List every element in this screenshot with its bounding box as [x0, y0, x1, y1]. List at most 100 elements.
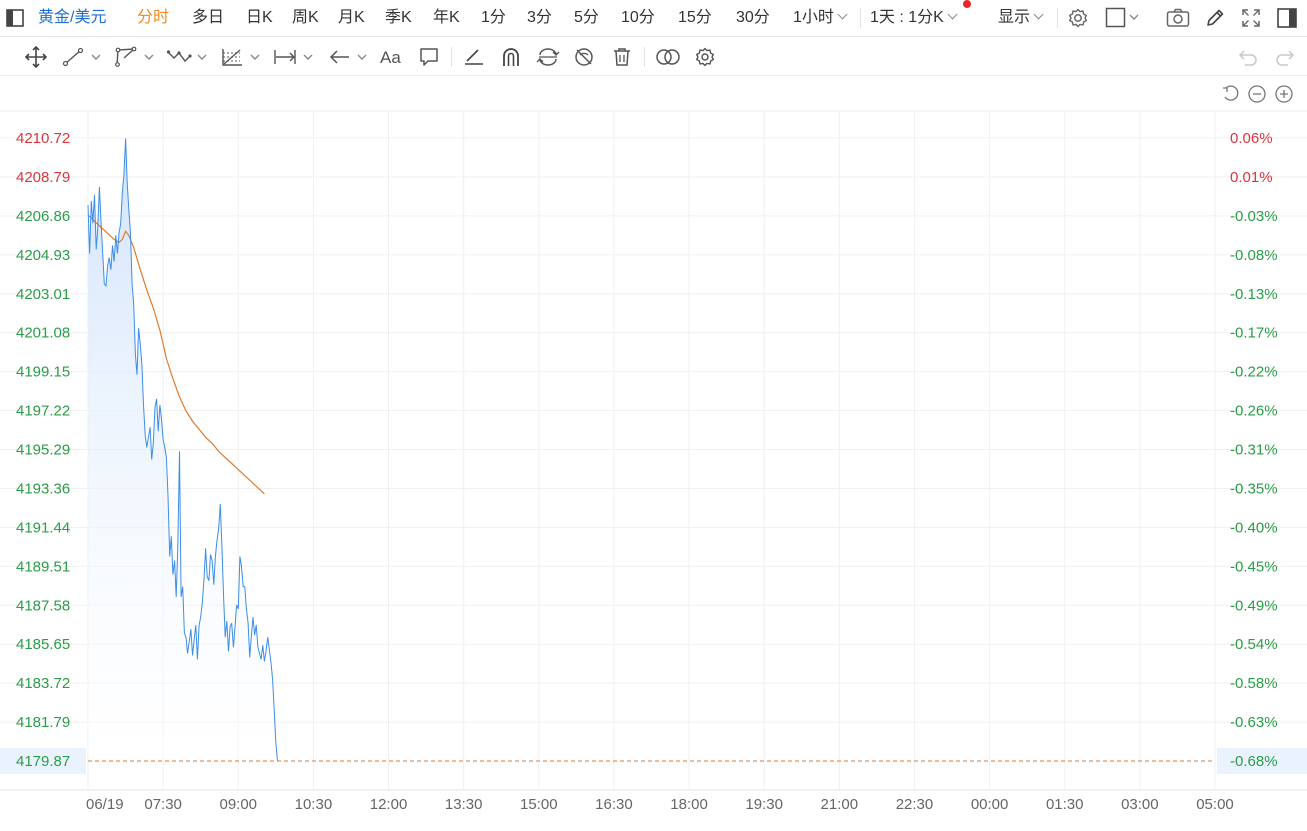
- toolbar-divider: [644, 47, 645, 67]
- intraday-chart[interactable]: 4210.72 4208.79 4206.86 4204.93 4203.01 4201.…: [0, 77, 1307, 831]
- percent-tick-label: 0.01%: [1230, 169, 1273, 186]
- price-tick-label: 4197.22: [16, 403, 70, 420]
- time-tick-label: 09:00: [219, 796, 257, 813]
- chevron-down-icon: [837, 9, 848, 20]
- percent-tick-label: -0.68%: [1230, 753, 1278, 770]
- percent-tick-label: 0.06%: [1230, 130, 1273, 147]
- price-tick-label: 4191.44: [16, 519, 70, 536]
- price-tick-label: 4185.65: [16, 636, 70, 653]
- fibonacci-tool-icon[interactable]: [220, 46, 264, 68]
- price-tick-label: 4187.58: [16, 597, 70, 614]
- percent-tick-label: -0.45%: [1230, 558, 1278, 575]
- line-tool-icon[interactable]: [62, 46, 104, 68]
- price-tick-label: 4195.29: [16, 442, 70, 459]
- period-tab-30min[interactable]: 30分: [736, 0, 770, 36]
- reset-icon[interactable]: [1223, 85, 1239, 101]
- price-tick-label: 4193.36: [16, 480, 70, 497]
- period-tab-5min[interactable]: 5分: [574, 0, 599, 36]
- percent-tick-label: -0.13%: [1230, 286, 1278, 303]
- interval-dropdown[interactable]: 1小时: [793, 0, 848, 36]
- fullscreen-icon[interactable]: [1240, 7, 1262, 29]
- time-axis: 06/19 07:30 09:00 10:30 12:00 13:30 15:00 16:30…: [86, 796, 1234, 813]
- percent-tick-label: -0.40%: [1230, 519, 1278, 536]
- time-tick-label: 18:00: [670, 796, 708, 813]
- percent-tick-label: -0.03%: [1230, 208, 1278, 225]
- display-dropdown-label: 显示: [998, 9, 1031, 26]
- time-tick-label: 19:30: [745, 796, 783, 813]
- comment-tool-icon[interactable]: [418, 46, 440, 68]
- hide-icon[interactable]: [573, 46, 595, 68]
- period-tab-15min[interactable]: 15分: [678, 0, 712, 36]
- time-tick-label: 10:30: [295, 796, 333, 813]
- period-tab-intraday[interactable]: 分时: [137, 0, 169, 36]
- chart-canvas[interactable]: 4210.72 4208.79 4206.86 4204.93 4203.01 4201.…: [0, 77, 1307, 831]
- percent-tick-label: -0.26%: [1230, 403, 1278, 420]
- price-tick-label: 4183.72: [16, 675, 70, 692]
- price-tick-label: 4199.15: [16, 364, 70, 381]
- price-tick-label: 4189.51: [16, 558, 70, 575]
- polyline-tool-icon[interactable]: [114, 46, 158, 68]
- compare-icon[interactable]: [655, 46, 681, 68]
- percent-tick-label: -0.54%: [1230, 636, 1278, 653]
- trash-icon[interactable]: [611, 46, 633, 68]
- notification-dot: [963, 0, 971, 8]
- period-tab-multiday[interactable]: 多日: [192, 0, 224, 36]
- sync-icon[interactable]: [536, 46, 560, 68]
- pencil-icon[interactable]: [1204, 7, 1226, 29]
- top-toolbar: 黄金/美元 分时 多日 日K 周K 月K 季K 年K 1分 3分 5分 10分 …: [0, 0, 1307, 37]
- time-tick-label: 12:00: [370, 796, 408, 813]
- range-dropdown-label: 1天 : 1分K: [870, 9, 944, 26]
- zoom-out-icon[interactable]: [1248, 85, 1266, 103]
- undo-icon[interactable]: [1237, 46, 1259, 68]
- price-tick-label: 4204.93: [16, 247, 70, 264]
- magnet-icon[interactable]: [500, 46, 522, 68]
- percent-axis: 0.06% 0.01% -0.03% -0.08% -0.13% -0.17% -0.22%…: [1230, 130, 1278, 770]
- side-panel-toggle-icon[interactable]: [1276, 7, 1298, 29]
- wave-tool-icon[interactable]: [166, 46, 210, 68]
- time-tick-label: 22:30: [896, 796, 934, 813]
- percent-tick-label: -0.63%: [1230, 714, 1278, 731]
- percent-tick-label: -0.31%: [1230, 442, 1278, 459]
- toolbar-divider: [1057, 8, 1058, 28]
- text-tool-icon[interactable]: Aa: [380, 48, 401, 68]
- time-tick-label: 21:00: [821, 796, 859, 813]
- move-icon[interactable]: [24, 46, 48, 68]
- period-tab-quarter[interactable]: 季K: [385, 0, 412, 36]
- layout-dropdown[interactable]: [1105, 7, 1141, 29]
- settings-icon[interactable]: [1067, 7, 1089, 29]
- period-tab-year[interactable]: 年K: [433, 0, 460, 36]
- percent-tick-label: -0.58%: [1230, 675, 1278, 692]
- range-dropdown[interactable]: 1天 : 1分K: [870, 0, 958, 36]
- time-tick-label: 06/19: [86, 796, 124, 813]
- price-axis: 4210.72 4208.79 4206.86 4204.93 4203.01 4201.…: [16, 130, 70, 770]
- period-tab-week[interactable]: 周K: [292, 0, 319, 36]
- zoom-controls: [1223, 85, 1293, 103]
- period-tab-day[interactable]: 日K: [246, 0, 273, 36]
- arrow-tool-icon[interactable]: [328, 46, 372, 68]
- time-tick-label: 01:30: [1046, 796, 1084, 813]
- symbol-label[interactable]: 黄金/美元: [38, 0, 106, 36]
- percent-tick-label: -0.08%: [1230, 247, 1278, 264]
- time-tick-label: 15:00: [520, 796, 558, 813]
- display-dropdown[interactable]: 显示: [998, 0, 1044, 36]
- price-tick-label: 4208.79: [16, 169, 70, 186]
- price-tick-label: 4181.79: [16, 714, 70, 731]
- price-tick-label: 4206.86: [16, 208, 70, 225]
- redo-icon[interactable]: [1274, 46, 1296, 68]
- time-tick-label: 07:30: [144, 796, 182, 813]
- period-tab-10min[interactable]: 10分: [621, 0, 655, 36]
- chevron-down-icon: [1033, 9, 1044, 20]
- time-tick-label: 03:00: [1121, 796, 1159, 813]
- pencil-tool-icon[interactable]: [463, 46, 485, 68]
- drawing-settings-icon[interactable]: [694, 46, 716, 68]
- percent-tick-label: -0.35%: [1230, 480, 1278, 497]
- period-tab-1min[interactable]: 1分: [481, 0, 506, 36]
- camera-icon[interactable]: [1166, 7, 1190, 29]
- time-tick-label: 00:00: [971, 796, 1009, 813]
- zoom-in-icon[interactable]: [1275, 85, 1293, 103]
- period-tab-month[interactable]: 月K: [338, 0, 365, 36]
- sidebar-toggle-icon[interactable]: [6, 9, 24, 27]
- measure-tool-icon[interactable]: [273, 46, 317, 68]
- price-tick-label: 4203.01: [16, 286, 70, 303]
- period-tab-3min[interactable]: 3分: [527, 0, 552, 36]
